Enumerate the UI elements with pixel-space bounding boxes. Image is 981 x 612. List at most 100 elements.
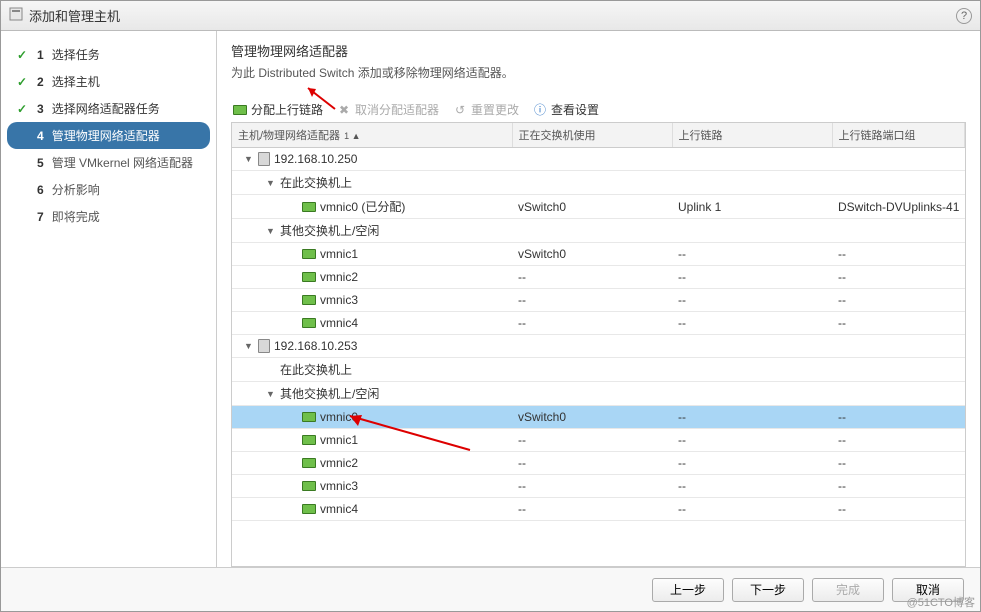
nic-icon: [302, 295, 316, 305]
cell-c3: --: [672, 452, 832, 475]
nic-row[interactable]: vmnic3------: [232, 475, 965, 498]
nic-row[interactable]: vmnic1------: [232, 429, 965, 452]
host-icon: [258, 339, 270, 353]
help-icon[interactable]: ?: [956, 8, 972, 24]
wizard-step-6: ✓6分析影响: [1, 176, 216, 203]
nic-icon: [302, 458, 316, 468]
nic-row[interactable]: vmnic2------: [232, 452, 965, 475]
page-heading: 管理物理网络适配器: [231, 41, 966, 60]
twisty-icon[interactable]: ▼: [244, 154, 254, 164]
step-label: 选择网络适配器任务: [52, 100, 206, 117]
cell-c2: --: [512, 475, 672, 498]
group-row[interactable]: 在此交换机上: [232, 358, 965, 382]
row-label: vmnic1: [320, 247, 358, 261]
row-label: vmnic3: [320, 293, 358, 307]
cell-c4: [832, 148, 965, 171]
step-number: 2: [37, 75, 44, 89]
row-label: 在此交换机上: [280, 174, 352, 191]
step-number: 3: [37, 102, 44, 116]
dialog-body: ✓1选择任务✓2选择主机✓3选择网络适配器任务✓4管理物理网络适配器✓5管理 V…: [1, 31, 980, 567]
cell-c4: --: [832, 452, 965, 475]
assign-icon: [233, 103, 247, 117]
cell-c2: --: [512, 429, 672, 452]
wizard-step-3[interactable]: ✓3选择网络适配器任务: [1, 95, 216, 122]
cell-c3: [672, 171, 832, 195]
col-in-use[interactable]: 正在交换机使用: [512, 123, 672, 148]
row-label: 192.168.10.253: [274, 339, 357, 353]
row-label: 在此交换机上: [280, 361, 352, 378]
step-label: 选择主机: [52, 73, 206, 90]
step-number: 1: [37, 48, 44, 62]
back-button[interactable]: 上一步: [652, 578, 724, 602]
assign-uplink-button[interactable]: 分配上行链路: [233, 101, 323, 118]
next-button[interactable]: 下一步: [732, 578, 804, 602]
wizard-step-1[interactable]: ✓1选择任务: [1, 41, 216, 68]
cell-c2: --: [512, 498, 672, 521]
row-label: vmnic2: [320, 456, 358, 470]
wizard-step-2[interactable]: ✓2选择主机: [1, 68, 216, 95]
nic-row[interactable]: vmnic3------: [232, 289, 965, 312]
nic-icon: [302, 412, 316, 422]
reset-label: 重置更改: [471, 101, 519, 118]
cell-c2: [512, 358, 672, 382]
nic-row[interactable]: vmnic4------: [232, 498, 965, 521]
cell-c2: [512, 382, 672, 406]
view-settings-button[interactable]: ⓘ 查看设置: [533, 101, 599, 118]
footer: 上一步 下一步 完成 取消: [1, 567, 980, 611]
cell-c4: --: [832, 406, 965, 429]
col-uplink-portgroup[interactable]: 上行链路端口组: [832, 123, 965, 148]
host-row[interactable]: ▼ 192.168.10.250: [232, 148, 965, 171]
group-row[interactable]: ▼ 在此交换机上: [232, 171, 965, 195]
cell-c4: DSwitch-DVUplinks-41: [832, 195, 965, 219]
titlebar: 添加和管理主机 ?: [1, 1, 980, 31]
twisty-icon[interactable]: ▼: [244, 341, 254, 351]
nic-row[interactable]: vmnic2------: [232, 266, 965, 289]
step-label: 管理 VMkernel 网络适配器: [52, 154, 206, 171]
cell-c3: [672, 358, 832, 382]
host-row[interactable]: ▼ 192.168.10.253: [232, 335, 965, 358]
nic-row[interactable]: vmnic4------: [232, 312, 965, 335]
step-label: 分析影响: [52, 181, 206, 198]
page-subheading: 为此 Distributed Switch 添加或移除物理网络适配器。: [231, 64, 966, 81]
nic-row[interactable]: vmnic1vSwitch0----: [232, 243, 965, 266]
nic-icon: [302, 249, 316, 259]
nic-row[interactable]: vmnic0vSwitch0----: [232, 406, 965, 429]
cell-c2: [512, 335, 672, 358]
nic-icon: [302, 481, 316, 491]
assign-label: 分配上行链路: [251, 101, 323, 118]
twisty-icon[interactable]: ▼: [266, 226, 276, 236]
nic-row[interactable]: vmnic0 (已分配)vSwitch0Uplink 1DSwitch-DVUp…: [232, 195, 965, 219]
cell-c2: vSwitch0: [512, 406, 672, 429]
twisty-icon[interactable]: ▼: [266, 389, 276, 399]
group-row[interactable]: ▼其他交换机上/空闲: [232, 219, 965, 243]
cell-c4: --: [832, 498, 965, 521]
col-uplink[interactable]: 上行链路: [672, 123, 832, 148]
row-label: 192.168.10.250: [274, 152, 357, 166]
cell-c2: [512, 219, 672, 243]
window-icon: [9, 7, 23, 24]
twisty-icon[interactable]: ▼: [266, 178, 276, 188]
watermark: @51CTO博客: [907, 594, 975, 610]
cell-c3: [672, 148, 832, 171]
cell-c2: [512, 148, 672, 171]
check-icon: ✓: [15, 48, 29, 62]
finish-button: 完成: [812, 578, 884, 602]
wizard-step-7: ✓7即将完成: [1, 203, 216, 230]
reset-changes-button[interactable]: ↺ 重置更改: [453, 101, 519, 118]
host-icon: [258, 152, 270, 166]
row-label: vmnic1: [320, 433, 358, 447]
cell-c4: --: [832, 289, 965, 312]
cell-c2: [512, 171, 672, 195]
nic-icon: [302, 272, 316, 282]
info-icon: ⓘ: [533, 103, 547, 117]
row-label: vmnic0: [320, 410, 358, 424]
cell-c4: [832, 219, 965, 243]
main-panel: 管理物理网络适配器 为此 Distributed Switch 添加或移除物理网…: [217, 31, 980, 567]
col-host-adapter[interactable]: 主机/物理网络适配器1 ▲: [232, 123, 512, 148]
adapter-table: 主机/物理网络适配器1 ▲ 正在交换机使用 上行链路 上行链路端口组 ▼ 192.…: [232, 123, 965, 521]
cell-c3: --: [672, 429, 832, 452]
group-row[interactable]: ▼其他交换机上/空闲: [232, 382, 965, 406]
cell-c3: [672, 335, 832, 358]
unassign-adapter-button[interactable]: ✖ 取消分配适配器: [337, 101, 439, 118]
adapter-table-wrap: 主机/物理网络适配器1 ▲ 正在交换机使用 上行链路 上行链路端口组 ▼ 192.…: [231, 123, 966, 567]
